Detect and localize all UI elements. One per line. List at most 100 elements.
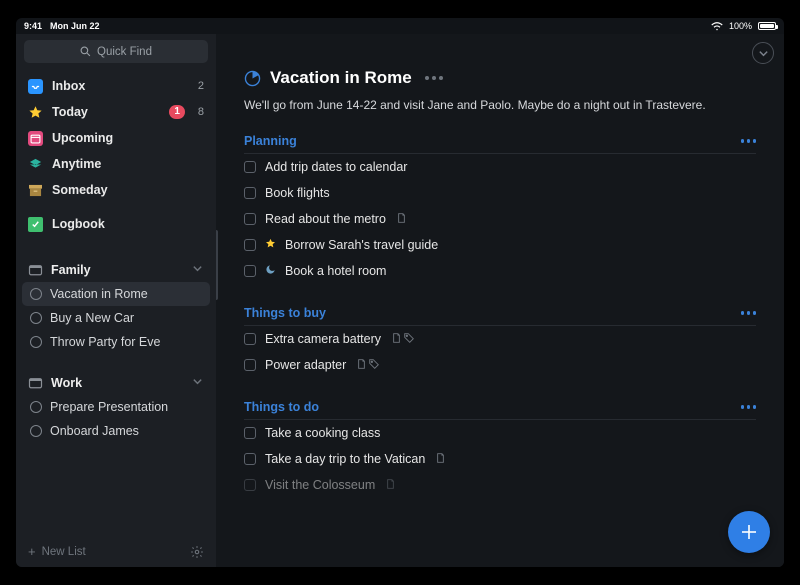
task-title: Take a cooking class [265, 426, 380, 440]
inbox-count: 2 [198, 80, 204, 92]
task-checkbox[interactable] [244, 453, 256, 465]
sidebar-item-label: Upcoming [52, 131, 204, 145]
app: Quick Find Inbox 2 [16, 34, 784, 567]
section-header[interactable]: Things to do [244, 400, 756, 420]
sidebar-anytime[interactable]: Anytime [16, 151, 216, 177]
sidebar-item-label: Someday [52, 183, 204, 197]
task-indicators [436, 453, 445, 466]
task-row[interactable]: Extra camera battery [244, 326, 756, 352]
star-icon [28, 105, 43, 120]
project-label: Prepare Presentation [50, 400, 168, 414]
task-row[interactable]: Take a day trip to the Vatican [244, 446, 756, 472]
section-label: Things to buy [244, 306, 741, 320]
task-row[interactable]: Power adapter [244, 352, 756, 378]
task-checkbox[interactable] [244, 161, 256, 173]
section-header[interactable]: Things to buy [244, 306, 756, 326]
task-row[interactable]: Visit the Colosseum [244, 472, 756, 498]
note-icon [436, 453, 445, 466]
project-item[interactable]: Vacation in Rome [22, 282, 210, 306]
area-header[interactable]: Family [16, 257, 216, 282]
quick-find[interactable]: Quick Find [24, 40, 208, 63]
project-notes[interactable]: We'll go from June 14-22 and visit Jane … [244, 98, 756, 112]
section-header[interactable]: Planning [244, 134, 756, 154]
add-task-fab[interactable] [728, 511, 770, 553]
battery-pct: 100% [729, 21, 752, 31]
sidebar-item-label: Logbook [52, 217, 204, 231]
sidebar-item-label: Anytime [52, 157, 204, 171]
task-row[interactable]: Borrow Sarah's travel guide [244, 232, 756, 258]
project-progress-icon [30, 401, 42, 413]
status-bar: 9:41 Mon Jun 22 100% [16, 18, 784, 34]
sidebar-item-label: Inbox [52, 79, 189, 93]
sidebar-inbox[interactable]: Inbox 2 [16, 73, 216, 99]
project-progress-icon [30, 312, 42, 324]
main-pane: Vacation in Rome We'll go from June 14-2… [216, 34, 784, 567]
task-title: Extra camera battery [265, 332, 381, 346]
collapse-button[interactable] [752, 42, 774, 64]
project-item[interactable]: Throw Party for Eve [16, 330, 216, 354]
archive-icon [28, 183, 43, 198]
task-title: Borrow Sarah's travel guide [285, 238, 438, 252]
task-row[interactable]: Book flights [244, 180, 756, 206]
task-indicators [357, 359, 379, 372]
device-frame: 9:41 Mon Jun 22 100% Q [0, 0, 800, 585]
task-title: Power adapter [265, 358, 346, 372]
sidebar-logbook[interactable]: Logbook [16, 211, 216, 237]
section-more-button[interactable] [741, 311, 757, 315]
area-label: Family [51, 263, 184, 277]
area-icon [28, 262, 43, 277]
page-more-button[interactable] [425, 76, 443, 80]
fade-overlay [216, 543, 784, 567]
note-icon [357, 359, 366, 372]
logbook-icon [28, 217, 43, 232]
new-list-button[interactable]: New List [42, 546, 86, 558]
page-header: Vacation in Rome [244, 68, 756, 88]
inbox-icon [28, 79, 43, 94]
task-indicators [392, 333, 414, 346]
section-label: Planning [244, 134, 741, 148]
section-more-button[interactable] [741, 139, 757, 143]
task-row[interactable]: Take a cooking class [244, 420, 756, 446]
task-title: Book a hotel room [285, 264, 386, 278]
wifi-icon [711, 22, 723, 31]
area-label: Work [51, 376, 184, 390]
task-title: Add trip dates to calendar [265, 160, 407, 174]
task-checkbox[interactable] [244, 187, 256, 199]
task-row[interactable]: Book a hotel room [244, 258, 756, 284]
task-checkbox[interactable] [244, 479, 256, 491]
project-item[interactable]: Onboard James [16, 419, 216, 443]
note-icon [397, 213, 406, 226]
settings-button[interactable] [190, 545, 204, 559]
area-header[interactable]: Work [16, 370, 216, 395]
sidebar-footer: + New List [16, 536, 216, 567]
task-checkbox[interactable] [244, 333, 256, 345]
sidebar-upcoming[interactable]: Upcoming [16, 125, 216, 151]
tag-icon [404, 333, 414, 346]
sidebar-today[interactable]: Today 1 8 [16, 99, 216, 125]
status-date: Mon Jun 22 [50, 21, 100, 31]
note-icon [392, 333, 401, 346]
task-checkbox[interactable] [244, 265, 256, 277]
project-label: Throw Party for Eve [50, 335, 160, 349]
note-icon [386, 479, 395, 492]
today-badge: 1 [169, 105, 185, 119]
page-title: Vacation in Rome [270, 68, 412, 88]
layers-icon [28, 157, 43, 172]
task-row[interactable]: Read about the metro [244, 206, 756, 232]
screen: 9:41 Mon Jun 22 100% Q [16, 18, 784, 567]
project-item[interactable]: Buy a New Car [16, 306, 216, 330]
task-indicators [397, 213, 406, 226]
task-checkbox[interactable] [244, 239, 256, 251]
task-checkbox[interactable] [244, 427, 256, 439]
project-item[interactable]: Prepare Presentation [16, 395, 216, 419]
today-count: 8 [198, 106, 204, 118]
sidebar-someday[interactable]: Someday [16, 177, 216, 203]
task-checkbox[interactable] [244, 213, 256, 225]
battery-icon [758, 22, 776, 30]
task-checkbox[interactable] [244, 359, 256, 371]
chevron-down-icon [192, 263, 204, 277]
task-row[interactable]: Add trip dates to calendar [244, 154, 756, 180]
scrollbar-thumb[interactable] [216, 230, 218, 300]
section-label: Things to do [244, 400, 741, 414]
section-more-button[interactable] [741, 405, 757, 409]
